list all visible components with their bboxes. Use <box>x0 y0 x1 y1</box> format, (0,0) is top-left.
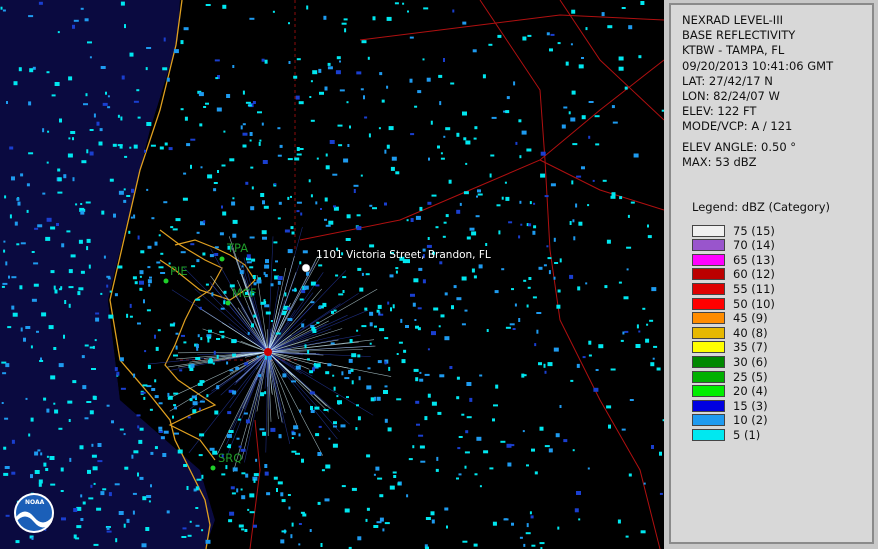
info-lon: LON: 82/24/07 W <box>682 89 780 104</box>
legend-label: 60 (12) <box>733 267 775 282</box>
legend-row: 70 (14) <box>692 238 775 253</box>
info-station: KTBW - TAMPA, FL <box>682 43 785 58</box>
legend-row: 45 (9) <box>692 311 768 326</box>
city-marker-pie <box>163 278 169 284</box>
legend-swatch <box>692 385 725 398</box>
legend-swatch <box>692 312 725 325</box>
legend-swatch <box>692 326 725 339</box>
legend-swatch <box>692 268 725 281</box>
legend-label: 35 (7) <box>733 340 768 355</box>
city-marker-mcf <box>225 300 231 306</box>
legend-row: 20 (4) <box>692 384 768 399</box>
legend-row: 55 (11) <box>692 281 775 296</box>
info-max: MAX: 53 dBZ <box>682 155 757 170</box>
location-marker <box>301 263 311 273</box>
legend-swatch <box>692 355 725 368</box>
legend-label: 50 (10) <box>733 296 775 311</box>
legend-row: 10 (2) <box>692 413 768 428</box>
legend-label: 5 (1) <box>733 427 761 442</box>
info-mode-vcp: MODE/VCP: A / 121 <box>682 119 793 134</box>
legend-label: 75 (15) <box>733 223 775 238</box>
info-elev-angle: ELEV ANGLE: 0.50 ° <box>682 140 797 154</box>
legend-row: 30 (6) <box>692 354 768 369</box>
city-label-tpa: TPA <box>227 241 249 255</box>
legend-label: 40 (8) <box>733 325 768 340</box>
noaa-logo-text: NOAA <box>25 499 45 506</box>
radar-map[interactable]: TPA PIE MCF SRQ 1101 Victoria Street, Br… <box>0 0 664 549</box>
map-canvas <box>0 0 664 549</box>
legend-swatch <box>692 282 725 295</box>
legend-row: 75 (15) <box>692 223 775 238</box>
legend-label: 30 (6) <box>733 354 768 369</box>
legend-swatch <box>692 428 725 441</box>
info-lat: LAT: 27/42/17 N <box>682 73 773 88</box>
info-timestamp: 09/20/2013 10:41:06 GMT <box>682 58 834 73</box>
location-label: 1101 Victoria Street, Brandon, FL <box>316 249 491 261</box>
legend-swatch <box>692 414 725 427</box>
legend-title: Legend: dBZ (Category) <box>692 200 830 214</box>
legend-row: 50 (10) <box>692 296 775 311</box>
info-angle-block: ELEV ANGLE: 0.50 ° MAX: 53 dBZ <box>682 140 796 170</box>
legend-label: 20 (4) <box>733 384 768 399</box>
legend-row: 65 (13) <box>692 252 775 267</box>
info-type: BASE REFLECTIVITY <box>682 28 796 43</box>
legend-label: 65 (13) <box>733 252 775 267</box>
legend-label: 10 (2) <box>733 413 768 428</box>
info-panel: NEXRAD LEVEL-III BASE REFLECTIVITY KTBW … <box>669 3 874 544</box>
legend-row: 40 (8) <box>692 325 768 340</box>
legend-row: 5 (1) <box>692 427 761 442</box>
legend-swatch <box>692 399 725 412</box>
legend-label: 25 (5) <box>733 369 768 384</box>
city-marker-tpa <box>219 256 225 262</box>
legend-swatch <box>692 224 725 237</box>
legend-swatch <box>692 341 725 354</box>
legend-label: 55 (11) <box>733 281 775 296</box>
legend-label: 70 (14) <box>733 238 775 253</box>
legend-row: 60 (12) <box>692 267 775 282</box>
radar-site <box>264 348 272 356</box>
info-product: NEXRAD LEVEL-III <box>682 13 783 27</box>
city-marker-srq <box>210 465 216 471</box>
legend-label: 45 (9) <box>733 311 768 326</box>
legend-swatch <box>692 297 725 310</box>
legend-row: 15 (3) <box>692 398 768 413</box>
legend-swatch <box>692 253 725 266</box>
city-label-srq: SRQ <box>218 451 243 465</box>
city-label-pie: PIE <box>170 264 188 278</box>
info-header: NEXRAD LEVEL-III BASE REFLECTIVITY KTBW … <box>682 13 833 135</box>
legend-label: 15 (3) <box>733 398 768 413</box>
info-elev: ELEV: 122 FT <box>682 104 757 119</box>
legend-swatch <box>692 370 725 383</box>
legend-row: 25 (5) <box>692 369 768 384</box>
city-label-mcf: MCF <box>232 286 257 300</box>
legend-row: 35 (7) <box>692 340 768 355</box>
legend-swatch <box>692 239 725 252</box>
